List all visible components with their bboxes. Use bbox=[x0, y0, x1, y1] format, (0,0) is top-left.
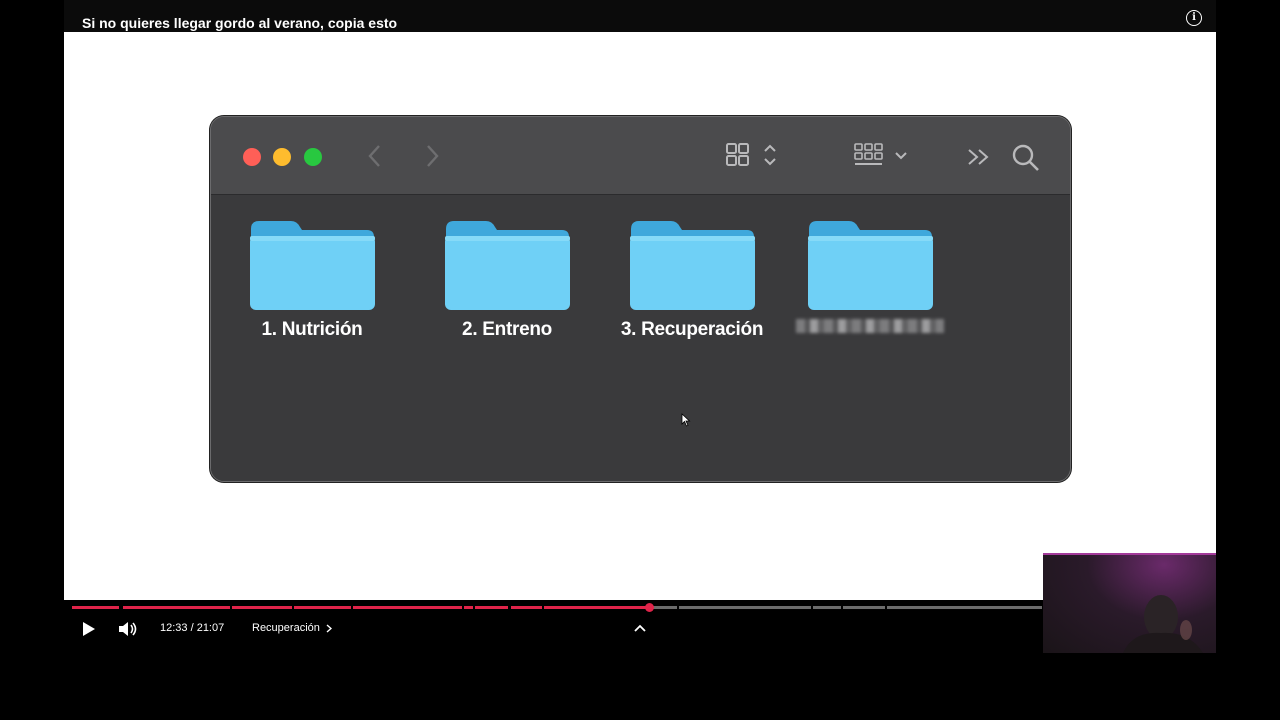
folder-icon bbox=[445, 221, 570, 310]
chapter-title: Recuperación bbox=[252, 622, 320, 634]
progress-segment[interactable] bbox=[813, 606, 842, 609]
chevron-right-icon bbox=[326, 624, 333, 633]
cursor-icon bbox=[681, 413, 691, 427]
group-view-icon bbox=[854, 143, 907, 165]
chapter-button[interactable]: Recuperación bbox=[252, 622, 333, 634]
close-icon bbox=[243, 148, 261, 166]
folder-icon bbox=[250, 221, 375, 310]
video-frame[interactable]: 1. Nutrición 2. Entreno 3. Recuperación bbox=[64, 32, 1216, 616]
progress-segment[interactable] bbox=[886, 606, 1042, 609]
back-icon bbox=[368, 145, 380, 167]
finder-window: 1. Nutrición 2. Entreno 3. Recuperación bbox=[210, 116, 1071, 482]
play-icon[interactable] bbox=[82, 622, 96, 636]
playhead[interactable] bbox=[645, 603, 655, 612]
time-display: 12:33 / 21:07 bbox=[160, 622, 225, 634]
progress-segment[interactable] bbox=[510, 606, 543, 609]
search-icon bbox=[1012, 144, 1039, 171]
folder-item: 3. Recuperación bbox=[602, 219, 782, 341]
volume-icon[interactable] bbox=[118, 621, 138, 637]
progress-segment[interactable] bbox=[544, 606, 678, 609]
folder-label: 2. Entreno bbox=[462, 319, 552, 340]
minimize-icon bbox=[273, 148, 291, 166]
info-icon[interactable]: i bbox=[1186, 10, 1202, 26]
folder-label: 3. Recuperación bbox=[620, 319, 764, 340]
progress-segment[interactable] bbox=[122, 606, 231, 609]
more-icon bbox=[968, 149, 989, 165]
progress-segment[interactable] bbox=[232, 606, 293, 609]
folder-icon bbox=[808, 221, 933, 310]
progress-segment[interactable] bbox=[679, 606, 812, 609]
video-title-bar: Si no quieres llegar gordo al verano, co… bbox=[64, 0, 1216, 32]
progress-segment[interactable] bbox=[72, 606, 119, 609]
progress-segment[interactable] bbox=[294, 606, 352, 609]
chevron-up-icon[interactable] bbox=[634, 624, 646, 632]
folder-label: 1. Nutrición bbox=[261, 319, 363, 340]
progress-segment[interactable] bbox=[353, 606, 462, 609]
folder-item bbox=[780, 219, 960, 333]
presenter-silhouette bbox=[1123, 595, 1203, 653]
webcam-overlay bbox=[1043, 553, 1216, 653]
progress-segment[interactable] bbox=[474, 606, 509, 609]
video-title: Si no quieres llegar gordo al verano, co… bbox=[82, 15, 398, 31]
zoom-icon bbox=[304, 148, 322, 166]
progress-segment[interactable] bbox=[843, 606, 885, 609]
finder-content: 1. Nutrición 2. Entreno 3. Recuperación bbox=[211, 195, 1070, 481]
folder-item: 2. Entreno bbox=[417, 219, 597, 341]
folder-item: 1. Nutrición bbox=[222, 219, 402, 341]
grid-view-icon bbox=[726, 143, 776, 166]
blurred-folder-label bbox=[796, 319, 944, 333]
folder-icon bbox=[630, 221, 755, 310]
forward-icon bbox=[427, 145, 439, 167]
finder-toolbar bbox=[211, 117, 1070, 195]
progress-segment[interactable] bbox=[463, 606, 473, 609]
video-player[interactable]: Si no quieres llegar gordo al verano, co… bbox=[64, 0, 1216, 648]
